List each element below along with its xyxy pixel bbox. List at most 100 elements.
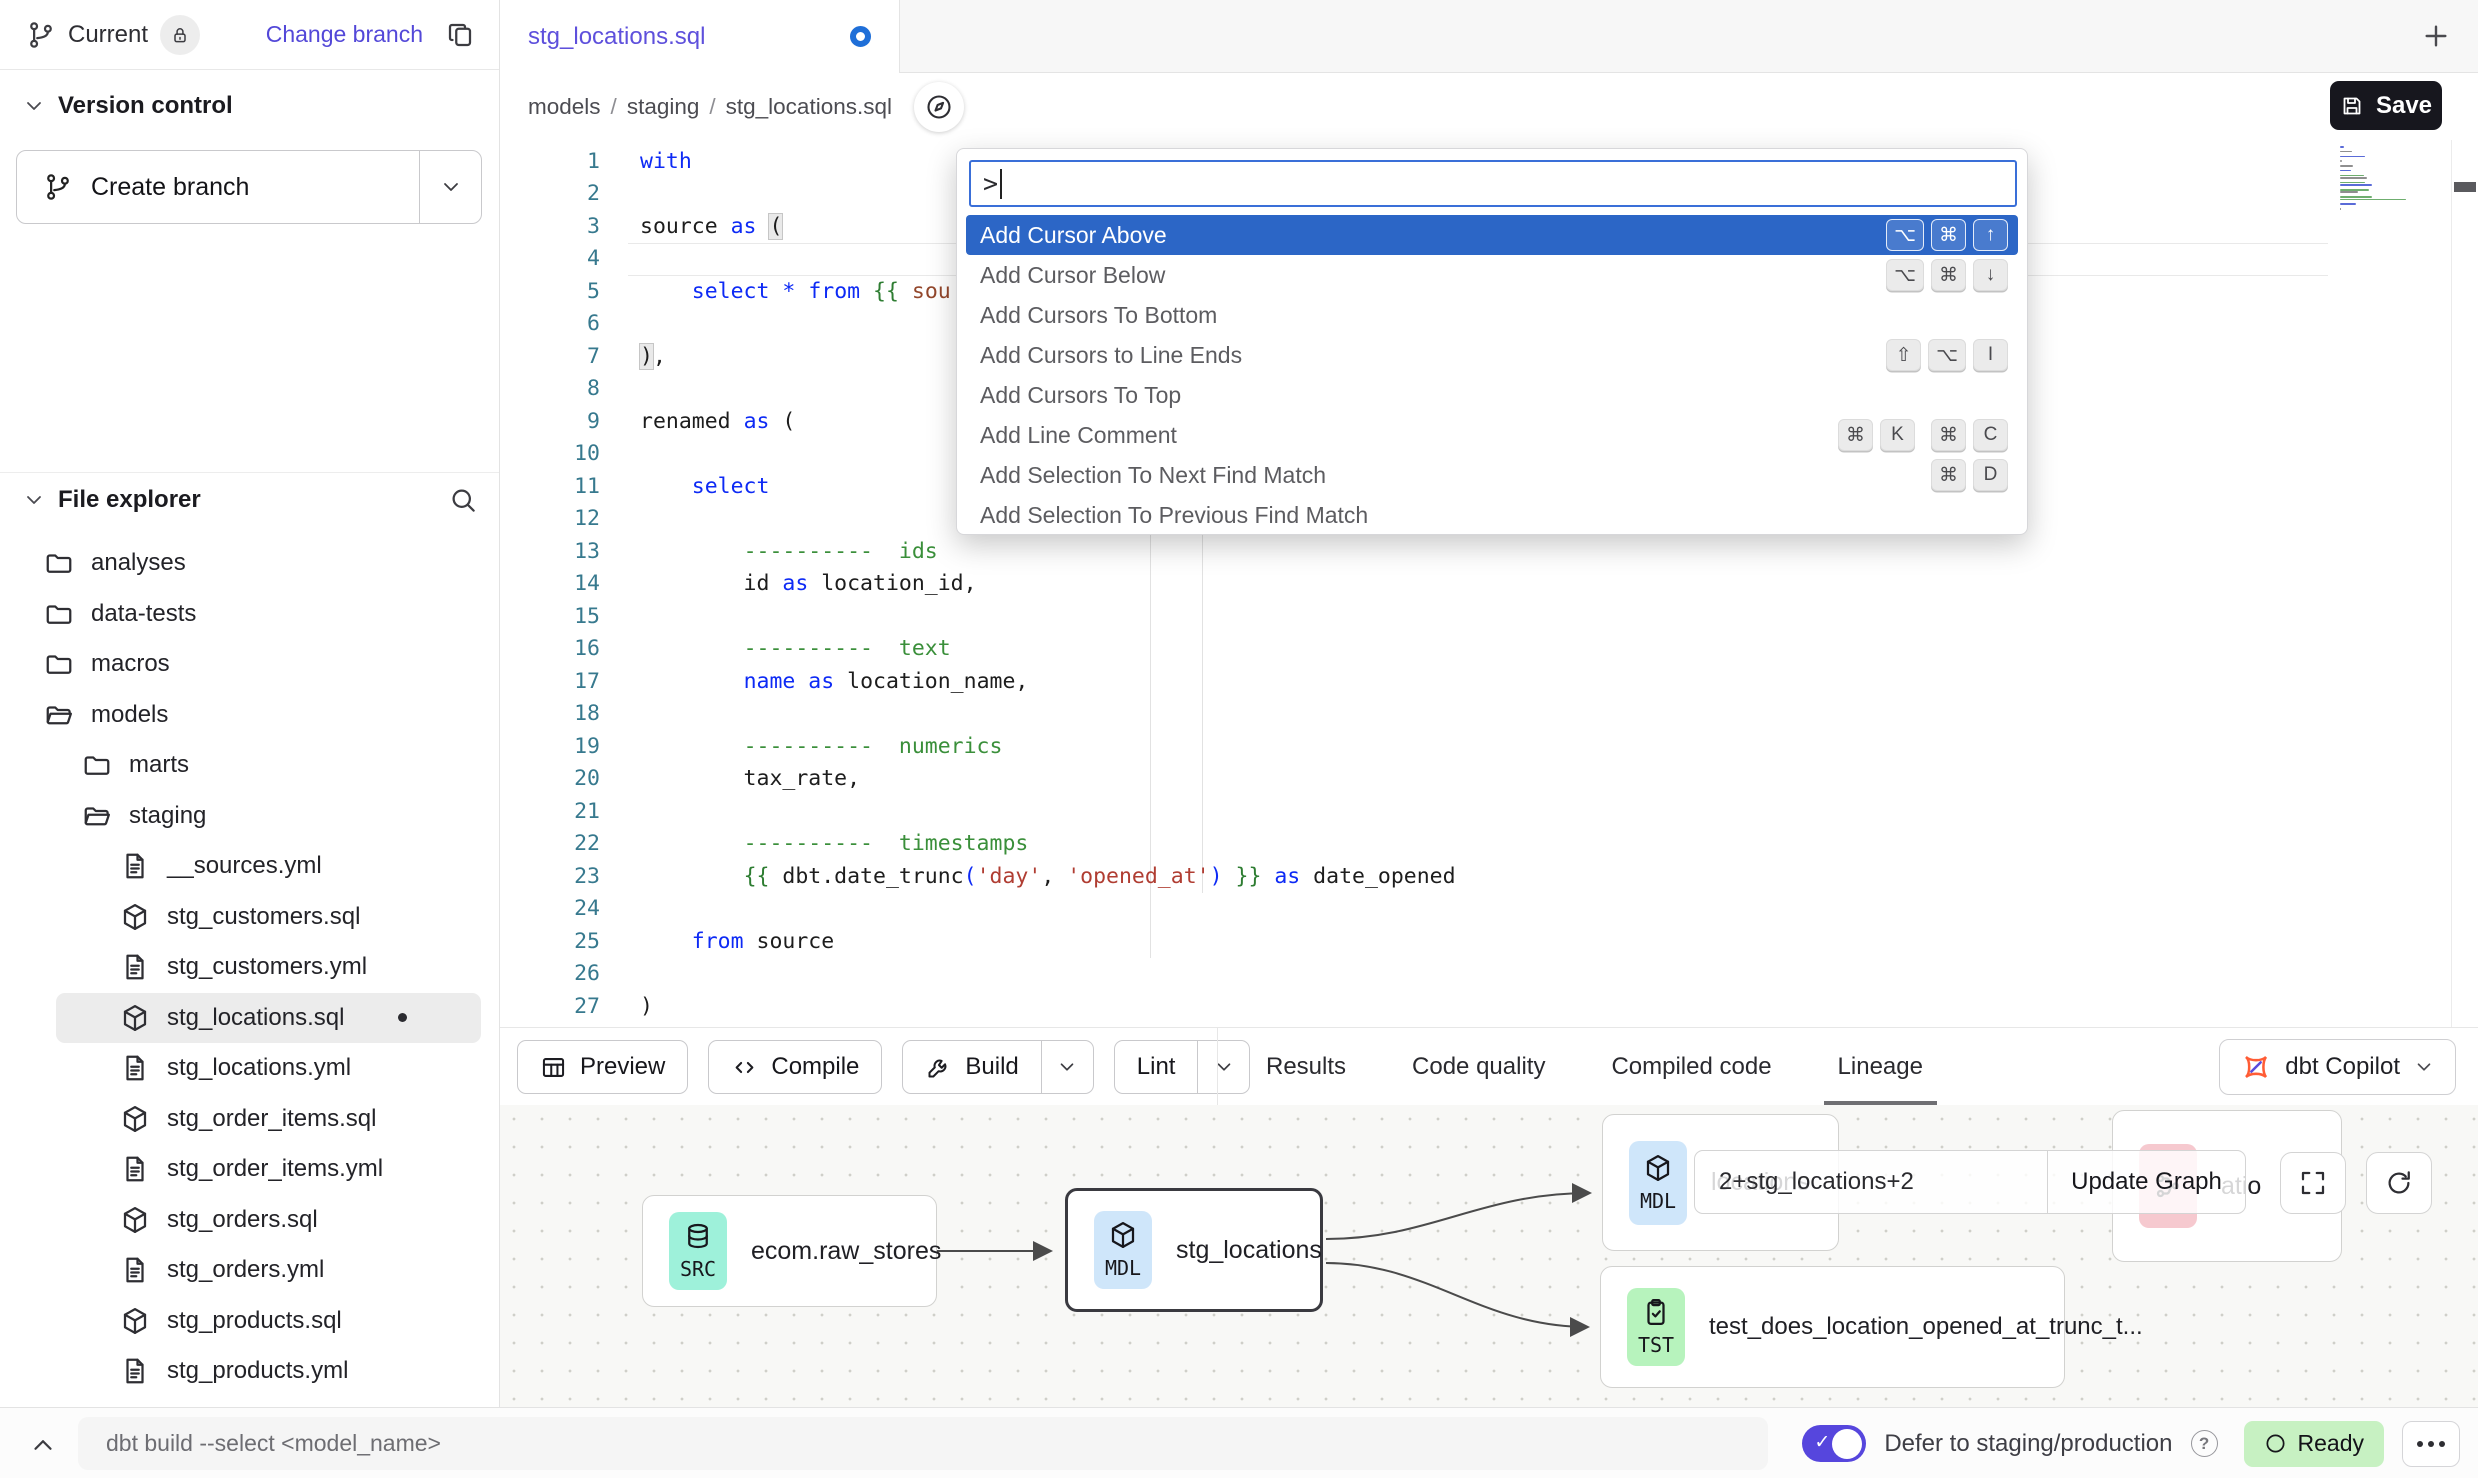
- build-dropdown[interactable]: [1041, 1041, 1093, 1093]
- code-line[interactable]: 24: [500, 893, 2478, 926]
- text-caret: [1000, 169, 1002, 199]
- breadcrumb-file[interactable]: stg_locations.sql: [726, 94, 892, 120]
- file-tree-item[interactable]: macros: [0, 639, 499, 690]
- refresh-button[interactable]: [2366, 1152, 2432, 1214]
- preview-button[interactable]: Preview: [517, 1040, 688, 1094]
- help-icon[interactable]: ?: [2191, 1430, 2218, 1457]
- breadcrumb-staging[interactable]: staging: [627, 94, 700, 120]
- code-line[interactable]: 17 name as location_name,: [500, 665, 2478, 698]
- lineage-node-source[interactable]: SRC ecom.raw_stores: [642, 1195, 937, 1307]
- file-tree-item[interactable]: analyses: [0, 538, 499, 589]
- create-branch-button[interactable]: Create branch: [16, 150, 482, 224]
- file-tree-item[interactable]: stg_order_items.yml: [0, 1144, 499, 1195]
- file-tree-item[interactable]: stg_order_items.sql: [0, 1094, 499, 1145]
- create-branch-main[interactable]: Create branch: [17, 151, 419, 223]
- node-badge: TST: [1638, 1333, 1674, 1357]
- palette-item[interactable]: Add Cursor Below⌥⌘↓: [966, 255, 2018, 295]
- palette-item[interactable]: Add Selection To Previous Find Match: [966, 495, 2018, 535]
- palette-item[interactable]: Add Cursors To Bottom: [966, 295, 2018, 335]
- node-badge: MDL: [1640, 1189, 1676, 1213]
- palette-item-label: Add Cursors To Bottom: [980, 302, 1217, 329]
- code-line[interactable]: 16 ---------- text: [500, 633, 2478, 666]
- search-icon[interactable]: [448, 485, 478, 515]
- tab-results[interactable]: Results: [1266, 1028, 1346, 1106]
- palette-item[interactable]: Add Line Comment⌘K⌘C: [966, 415, 2018, 455]
- create-branch-dropdown[interactable]: [419, 151, 481, 223]
- palette-item-label: Add Selection To Next Find Match: [980, 462, 1326, 489]
- file-tree-item[interactable]: stg_locations.sql: [56, 993, 481, 1044]
- command-palette-input[interactable]: >: [969, 160, 2017, 207]
- scrollbar-thumb[interactable]: [2454, 182, 2476, 192]
- tab-stg-locations[interactable]: stg_locations.sql: [500, 0, 900, 73]
- file-tree-item[interactable]: staging: [0, 791, 499, 842]
- file-icon: [120, 1053, 150, 1083]
- copy-icon[interactable]: [445, 20, 475, 50]
- lint-button[interactable]: Lint: [1114, 1040, 1251, 1094]
- more-options-button[interactable]: [2402, 1421, 2460, 1467]
- fullscreen-button[interactable]: [2280, 1152, 2346, 1214]
- new-tab-plus-icon[interactable]: [2420, 20, 2452, 52]
- key-chip: I: [1973, 339, 2008, 371]
- update-graph-button[interactable]: Update Graph: [2047, 1151, 2245, 1213]
- save-button[interactable]: Save: [2330, 81, 2442, 130]
- code-line[interactable]: 26: [500, 958, 2478, 991]
- code-line[interactable]: 25 from source: [500, 925, 2478, 958]
- file-tree-item[interactable]: stg_customers.sql: [0, 892, 499, 943]
- version-control-header[interactable]: Version control: [22, 92, 233, 120]
- file-tree-item[interactable]: stg_locations.yml: [0, 1043, 499, 1094]
- copilot-label: dbt Copilot: [2285, 1053, 2400, 1081]
- file-tree-item[interactable]: marts: [0, 740, 499, 791]
- chevron-up-icon[interactable]: [28, 1430, 58, 1460]
- file-tree-item[interactable]: stg_orders.yml: [0, 1245, 499, 1296]
- tab-lineage[interactable]: Lineage: [1838, 1028, 1923, 1106]
- code-line[interactable]: 14 id as location_id,: [500, 568, 2478, 601]
- file-tree-item[interactable]: data-tests: [0, 589, 499, 640]
- dbt-copilot-button[interactable]: dbt Copilot: [2219, 1039, 2456, 1095]
- tab-compiled-code[interactable]: Compiled code: [1611, 1028, 1771, 1106]
- file-tree-item[interactable]: stg_products.yml: [0, 1346, 499, 1397]
- lineage-canvas[interactable]: MDL locations atio SRC ecom.raw_stores M…: [500, 1105, 2478, 1407]
- code-line[interactable]: 20 tax_rate,: [500, 763, 2478, 796]
- palette-item[interactable]: Add Selection To Next Find Match⌘D: [966, 455, 2018, 495]
- file-tree-item[interactable]: stg_products.sql: [0, 1296, 499, 1347]
- line-number: 5: [500, 279, 600, 304]
- file-tree-item[interactable]: __sources.yml: [0, 841, 499, 892]
- minimap[interactable]: [2340, 146, 2406, 211]
- change-branch-link[interactable]: Change branch: [266, 21, 423, 48]
- palette-item[interactable]: Add Cursors To Top: [966, 375, 2018, 415]
- explore-compass-button[interactable]: [914, 82, 964, 132]
- palette-item-label: Add Cursors to Line Ends: [980, 342, 1242, 369]
- code-line[interactable]: 18: [500, 698, 2478, 731]
- code-line[interactable]: 19 ---------- numerics: [500, 730, 2478, 763]
- code-icon: [731, 1054, 758, 1081]
- file-tree-item[interactable]: stg_customers.yml: [0, 942, 499, 993]
- chevron-down-icon: [22, 94, 46, 118]
- key-chip: ⌘: [1931, 219, 1966, 251]
- defer-toggle[interactable]: ✓: [1802, 1425, 1866, 1462]
- file-explorer-header[interactable]: File explorer: [22, 485, 478, 515]
- code-line[interactable]: 15: [500, 600, 2478, 633]
- tab-code-quality[interactable]: Code quality: [1412, 1028, 1545, 1106]
- palette-item[interactable]: Add Cursors to Line Ends⇧⌥I: [966, 335, 2018, 375]
- file-tree-item[interactable]: models: [0, 690, 499, 741]
- ready-status-badge[interactable]: Ready: [2244, 1421, 2384, 1467]
- lineage-node-model[interactable]: MDL stg_locations: [1065, 1188, 1323, 1312]
- code-line[interactable]: 23 {{ dbt.date_trunc('day', 'opened_at')…: [500, 860, 2478, 893]
- command-input[interactable]: dbt build --select <model_name>: [78, 1417, 1768, 1470]
- lineage-search-value: 2+stg_locations+2: [1719, 1168, 1914, 1196]
- file-tree-item[interactable]: stg_orders.sql: [0, 1195, 499, 1246]
- compile-button[interactable]: Compile: [708, 1040, 882, 1094]
- palette-item-label: Add Cursor Below: [980, 262, 1165, 289]
- breadcrumb-models[interactable]: models: [528, 94, 601, 120]
- line-number: 20: [500, 766, 600, 791]
- lineage-node-test[interactable]: TST test_does_location_opened_at_trunc_t…: [1600, 1266, 2065, 1388]
- palette-item[interactable]: Add Cursor Above⌥⌘↑: [966, 215, 2018, 255]
- code-line[interactable]: 21: [500, 795, 2478, 828]
- code-line[interactable]: 22 ---------- timestamps: [500, 828, 2478, 861]
- lint-dropdown[interactable]: [1197, 1041, 1249, 1093]
- status-bar: dbt build --select <model_name> ✓ Defer …: [0, 1407, 2478, 1478]
- code-line[interactable]: 27): [500, 990, 2478, 1023]
- lineage-search-input[interactable]: 2+stg_locations+2: [1695, 1151, 2047, 1213]
- code-line[interactable]: 13 ---------- ids: [500, 535, 2478, 568]
- build-button[interactable]: Build: [902, 1040, 1093, 1094]
